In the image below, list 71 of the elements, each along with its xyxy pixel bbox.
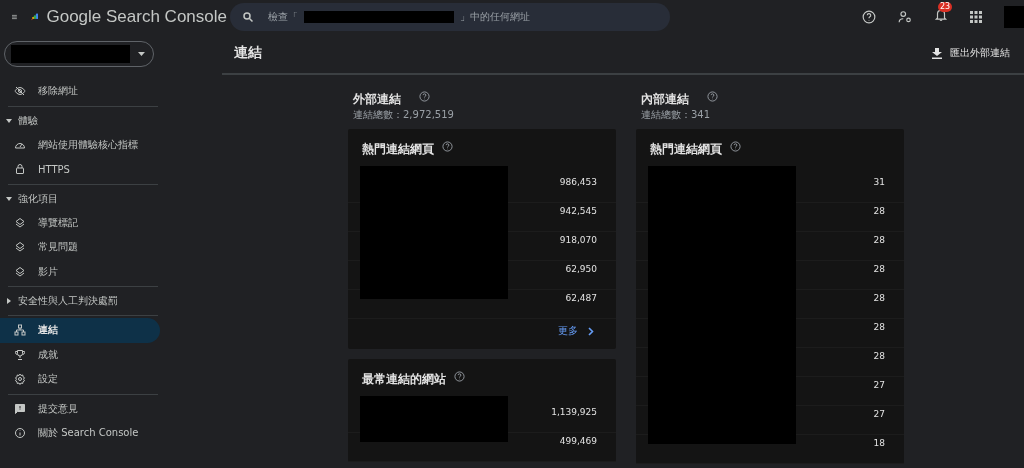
caret-down-icon — [6, 117, 12, 124]
search-icon — [242, 10, 254, 23]
chevron-right-icon — [588, 326, 594, 336]
link-count: 28 — [873, 351, 885, 361]
link-count: 499,469 — [559, 436, 597, 446]
help-icon[interactable] — [862, 9, 876, 24]
link-count: 942,545 — [559, 206, 597, 216]
sidebar-item[interactable]: 成就 — [0, 342, 160, 367]
help-icon[interactable] — [707, 91, 718, 102]
link-count: 28 — [873, 264, 885, 274]
help-icon[interactable] — [442, 141, 453, 152]
sidebar-item[interactable]: 移除網址 — [0, 79, 160, 104]
caret-down-icon — [6, 195, 12, 202]
export-button[interactable]: 匯出外部連結 — [926, 45, 1016, 61]
dropdown-caret-icon — [138, 52, 145, 56]
person-gear-icon[interactable] — [898, 9, 912, 24]
sidebar-item[interactable]: 關於 Search Console — [0, 421, 160, 446]
sidebar-item[interactable]: HTTPS — [0, 157, 160, 182]
section-title: 外部連結 — [353, 91, 401, 108]
sidebar-item[interactable]: 導覽標記 — [0, 210, 160, 235]
trophy-icon — [14, 348, 26, 361]
help-icon[interactable] — [454, 371, 465, 382]
help-icon[interactable] — [730, 141, 741, 152]
section-title: 內部連結 — [641, 91, 689, 108]
link-count: 28 — [873, 206, 885, 216]
bell-icon[interactable] — [934, 8, 948, 22]
caret-right-icon — [6, 298, 12, 304]
info-icon — [14, 427, 26, 440]
sidebar-item[interactable]: 設定 — [0, 367, 160, 392]
download-icon — [932, 47, 942, 59]
link-count: 18 — [873, 438, 885, 448]
eye-off-icon — [14, 85, 26, 98]
link-count: 28 — [873, 322, 885, 332]
link-count: 27 — [873, 409, 885, 419]
sidebar-section[interactable]: 強化項目 — [6, 186, 158, 211]
notification-count: 23 — [938, 2, 953, 12]
card-title: 最常連結的網站 — [362, 371, 446, 388]
apps-grid-icon[interactable] — [970, 10, 982, 23]
link-total: 連結總數：341 — [641, 108, 712, 122]
page-title: 連結 — [234, 44, 262, 62]
card-title: 熱門連結網頁 — [650, 141, 722, 158]
link-count: 28 — [873, 235, 885, 245]
layers-icon — [14, 216, 26, 229]
help-icon[interactable] — [419, 91, 430, 102]
link-count: 986,453 — [559, 177, 597, 187]
link-count: 62,950 — [565, 264, 597, 274]
sidebar-section[interactable]: 安全性與人工判決處罰 — [6, 289, 158, 313]
layers-icon — [14, 241, 26, 254]
sidebar-item[interactable]: 網站使用體驗核心指標 — [0, 132, 160, 157]
link-total: 連結總數：2,972,519 — [353, 108, 455, 122]
sidebar-item[interactable]: 常見問題 — [0, 235, 160, 260]
sidebar-item[interactable]: 提交意見 — [0, 396, 160, 421]
link-count: 1,139,925 — [551, 407, 597, 417]
search-field[interactable]: 檢查「 」中的任何網址 — [230, 2, 670, 31]
card-title: 熱門連結網頁 — [362, 141, 434, 158]
redaction-block — [1004, 5, 1024, 28]
app-title: Google Search Console — [46, 6, 227, 27]
layers-icon — [14, 265, 26, 278]
link-count: 62,487 — [565, 293, 597, 303]
sidebar-section[interactable]: 體驗 — [6, 108, 158, 133]
link-count: 28 — [873, 293, 885, 303]
more-link[interactable]: 更多 — [552, 323, 600, 339]
sidebar-item[interactable]: 連結 — [0, 318, 160, 343]
feedback-icon — [14, 402, 26, 415]
sidebar-item[interactable]: 影片 — [0, 259, 160, 284]
sitemap-icon — [14, 324, 26, 337]
lock-icon — [14, 163, 26, 176]
link-count: 27 — [873, 380, 885, 390]
link-count: 31 — [873, 177, 885, 187]
link-count: 918,070 — [559, 235, 597, 245]
gear-icon — [14, 373, 26, 386]
